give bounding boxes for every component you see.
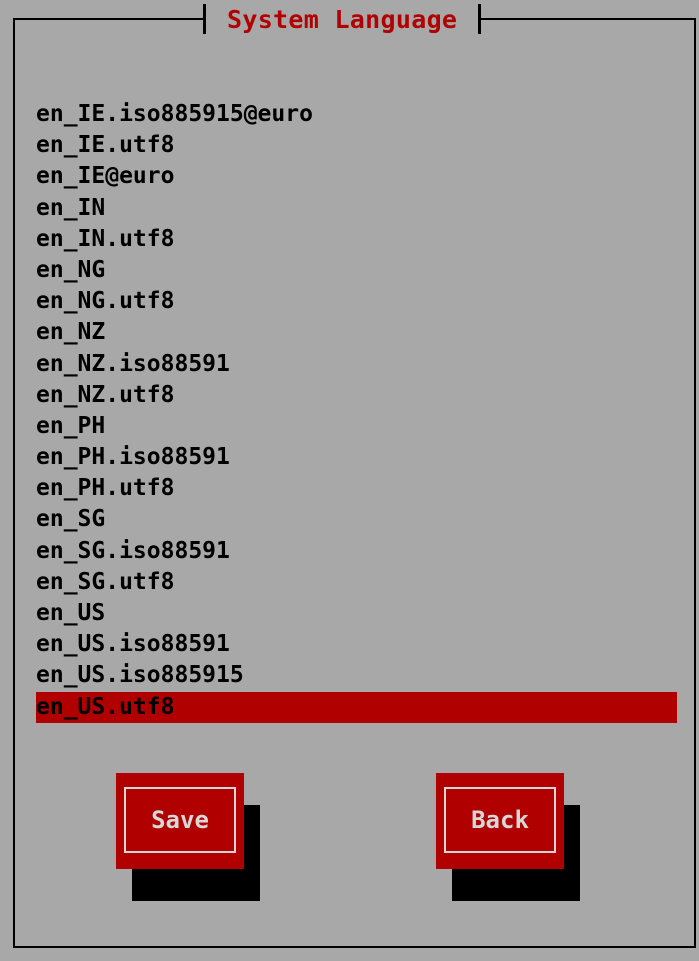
language-option[interactable]: en_SG.utf8 [36,567,677,598]
language-option[interactable]: en_IE@euro [36,161,677,192]
language-option[interactable]: en_NG.utf8 [36,286,677,317]
back-button-label: Back [444,787,556,853]
language-option[interactable]: en_US.iso88591 [36,629,677,660]
language-option[interactable]: en_US.iso885915 [36,660,677,691]
language-option[interactable]: en_IN.utf8 [36,224,677,255]
system-language-dialog: System Language en_IE.iso885915@euro en_… [0,0,699,961]
language-option[interactable]: en_IN [36,193,677,224]
language-option-selected[interactable]: en_US.utf8 [36,691,677,723]
language-option[interactable]: en_IE.iso885915@euro [36,99,677,130]
language-list[interactable]: en_IE.iso885915@euro en_IE.utf8 en_IE@eu… [36,99,677,723]
dialog-title-bar: System Language [203,2,482,36]
language-option[interactable]: en_NZ.utf8 [36,380,677,411]
language-option[interactable]: en_SG [36,504,677,535]
language-option[interactable]: en_IE.utf8 [36,130,677,161]
language-option[interactable]: en_NZ [36,317,677,348]
language-option[interactable]: en_NG [36,255,677,286]
title-right-tick [478,4,482,34]
dialog-title: System Language [227,4,458,34]
language-option[interactable]: en_PH.utf8 [36,473,677,504]
save-button[interactable]: Save [116,773,244,869]
language-option[interactable]: en_NZ.iso88591 [36,349,677,380]
save-button-group: Save [116,773,260,901]
save-button-label: Save [124,787,236,853]
back-button[interactable]: Back [436,773,564,869]
back-button-group: Back [436,773,580,901]
language-option[interactable]: en_PH.iso88591 [36,442,677,473]
language-option[interactable]: en_SG.iso88591 [36,536,677,567]
language-option[interactable]: en_PH [36,411,677,442]
language-option[interactable]: en_US [36,598,677,629]
